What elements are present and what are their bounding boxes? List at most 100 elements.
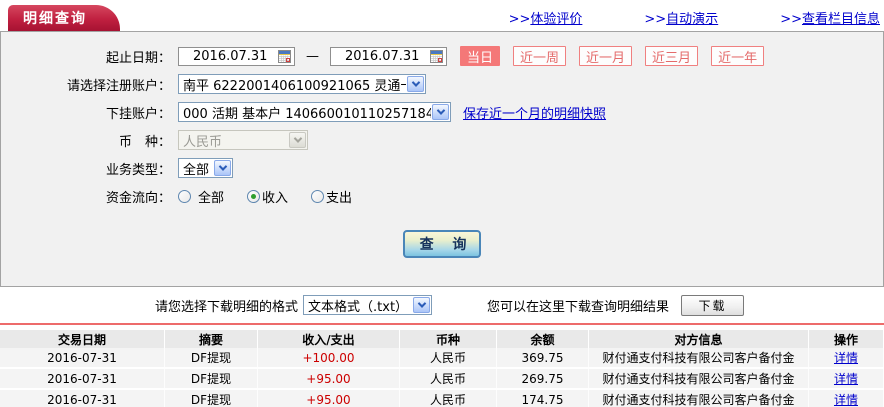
col-header-currency: 币种 <box>400 330 497 348</box>
cell-currency: 人民币 <box>400 369 497 388</box>
col-header-action: 操作 <box>809 330 884 348</box>
calendar-icon[interactable] <box>278 49 291 63</box>
chevron-down-icon[interactable] <box>214 160 231 176</box>
cell-date: 2016-07-31 <box>0 348 165 367</box>
currency-select: 人民币 <box>178 130 308 150</box>
cell-summary: DF提现 <box>165 348 258 367</box>
fund-flow-option-income-label: 收入 <box>262 190 289 206</box>
cell-action: 详情 <box>809 348 884 367</box>
link-view-column-info[interactable]: >>查看栏目信息 <box>780 8 880 27</box>
register-account-select[interactable]: 南平 6222001406100921065 灵通卡 <box>178 74 426 94</box>
fund-flow-label: 资金流向： <box>105 190 171 206</box>
quick-range-quarter-button[interactable]: 近三月 <box>645 46 699 66</box>
sub-account-value: 000 活期 基本户 1406600101102571848 <box>183 106 431 122</box>
col-header-counterparty: 对方信息 <box>589 330 809 348</box>
start-date-input[interactable]: 2016.07.31 <box>178 46 295 66</box>
cell-balance: 174.75 <box>497 390 589 407</box>
date-range-label: 起止日期： <box>105 50 171 66</box>
business-type-row: 业务类型： 全部 <box>1 158 883 178</box>
business-type-select[interactable]: 全部 <box>178 158 233 178</box>
cell-counterparty: 财付通支付科技有限公司客户备付金 <box>589 369 809 388</box>
cell-action: 详情 <box>809 369 884 388</box>
tab-detail-query[interactable]: 明细查询 <box>8 5 120 31</box>
cell-currency: 人民币 <box>400 348 497 367</box>
sub-account-select[interactable]: 000 活期 基本户 1406600101102571848 <box>178 102 451 122</box>
table-header: 交易日期 摘要 收入/支出 币种 余额 对方信息 操作 <box>0 330 884 348</box>
register-account-row: 请选择注册账户： 南平 6222001406100921065 灵通卡 <box>1 74 883 94</box>
link-view-column-info-label: 查看栏目信息 <box>801 12 880 27</box>
table-row: 2016-07-31 DF提现 +95.00 人民币 269.75 财付通支付科… <box>0 369 884 390</box>
top-links: >>体验评价 >>自动演示 >>查看栏目信息 <box>447 8 880 27</box>
table-row: 2016-07-31 DF提现 +100.00 人民币 369.75 财付通支付… <box>0 348 884 369</box>
register-account-value: 南平 6222001406100921065 灵通卡 <box>183 78 406 94</box>
fund-flow-row: 资金流向： 全部 收入 支出 <box>1 186 883 206</box>
col-header-amount: 收入/支出 <box>258 330 400 348</box>
cell-amount: +100.00 <box>258 348 400 367</box>
cell-balance: 269.75 <box>497 369 589 388</box>
radio-icon[interactable] <box>311 189 325 203</box>
query-button-row: 查 询 <box>1 230 883 258</box>
fund-flow-option-income[interactable]: 收入 <box>247 187 288 206</box>
currency-label: 币 种： <box>118 134 171 150</box>
fund-flow-option-all[interactable]: 全部 <box>178 187 224 206</box>
business-type-value: 全部 <box>183 162 210 178</box>
download-button[interactable]: 下载 <box>681 294 745 316</box>
cell-counterparty: 财付通支付科技有限公司客户备付金 <box>589 348 809 367</box>
link-auto-demo-label: 自动演示 <box>666 12 719 27</box>
cell-counterparty: 财付通支付科技有限公司客户备付金 <box>589 390 809 407</box>
cell-summary: DF提现 <box>165 369 258 388</box>
query-form-panel: 起止日期： 2016.07.31 — 2016.07.31 当日 近一周 近一月… <box>0 31 884 287</box>
cell-amount: +95.00 <box>258 369 400 388</box>
end-date-value: 2016.07.31 <box>345 48 420 64</box>
cell-action: 详情 <box>809 390 884 407</box>
detail-link[interactable]: 详情 <box>834 370 858 387</box>
radio-icon[interactable] <box>247 189 261 203</box>
detail-link[interactable]: 详情 <box>834 349 858 366</box>
download-format-label: 请您选择下载明细的格式 <box>155 299 299 315</box>
chevron-down-icon[interactable] <box>407 76 424 92</box>
detail-link[interactable]: 详情 <box>834 391 858 407</box>
table-row: 2016-07-31 DF提现 +95.00 人民币 174.75 财付通支付科… <box>0 390 884 407</box>
query-button[interactable]: 查 询 <box>403 230 481 258</box>
col-header-summary: 摘要 <box>165 330 258 348</box>
link-experience-eval-label: 体验评价 <box>530 12 583 27</box>
currency-value: 人民币 <box>183 134 223 150</box>
col-header-balance: 余额 <box>497 330 589 348</box>
link-experience-eval[interactable]: >>体验评价 <box>509 8 583 27</box>
cell-currency: 人民币 <box>400 390 497 407</box>
chevron-down-icon <box>289 132 306 148</box>
download-hint: 您可以在这里下载查询明细结果 <box>487 299 670 315</box>
save-snapshot-link[interactable]: 保存近一个月的明细快照 <box>463 103 606 122</box>
link-auto-demo[interactable]: >>自动演示 <box>644 8 718 27</box>
download-row: 请您选择下载明细的格式 文本格式（.txt） 您可以在这里下载查询明细结果 下载 <box>0 287 884 323</box>
red-divider <box>0 323 884 325</box>
quick-range-month-button[interactable]: 近一月 <box>579 46 633 66</box>
tab-label: 明细查询 <box>23 11 87 27</box>
fund-flow-option-expense[interactable]: 支出 <box>311 187 352 206</box>
date-range-row: 起止日期： 2016.07.31 — 2016.07.31 当日 近一周 近一月… <box>1 46 883 66</box>
cell-amount: +95.00 <box>258 390 400 407</box>
end-date-input[interactable]: 2016.07.31 <box>330 46 447 66</box>
header-bar: 明细查询 >>体验评价 >>自动演示 >>查看栏目信息 <box>0 0 884 31</box>
chevron-down-icon[interactable] <box>413 297 431 313</box>
download-format-select[interactable]: 文本格式（.txt） <box>303 295 433 315</box>
quick-range-year-button[interactable]: 近一年 <box>711 46 765 66</box>
currency-row: 币 种： 人民币 <box>1 130 883 150</box>
radio-icon[interactable] <box>178 189 191 203</box>
business-type-label: 业务类型： <box>105 162 171 178</box>
fund-flow-option-all-label: 全部 <box>198 190 225 206</box>
quick-range-today-button[interactable]: 当日 <box>460 46 501 66</box>
col-header-date: 交易日期 <box>0 330 165 348</box>
sub-account-row: 下挂账户： 000 活期 基本户 1406600101102571848 保存近… <box>1 102 883 122</box>
chevron-down-icon[interactable] <box>432 104 449 120</box>
cell-summary: DF提现 <box>165 390 258 407</box>
cell-date: 2016-07-31 <box>0 369 165 388</box>
download-format-value: 文本格式（.txt） <box>308 299 409 315</box>
register-account-label: 请选择注册账户： <box>66 78 171 94</box>
cell-date: 2016-07-31 <box>0 390 165 407</box>
quick-range-week-button[interactable]: 近一周 <box>513 46 567 66</box>
cell-balance: 369.75 <box>497 348 589 367</box>
calendar-icon[interactable] <box>430 49 443 63</box>
date-separator: — <box>306 48 319 64</box>
sub-account-label: 下挂账户： <box>105 106 171 122</box>
